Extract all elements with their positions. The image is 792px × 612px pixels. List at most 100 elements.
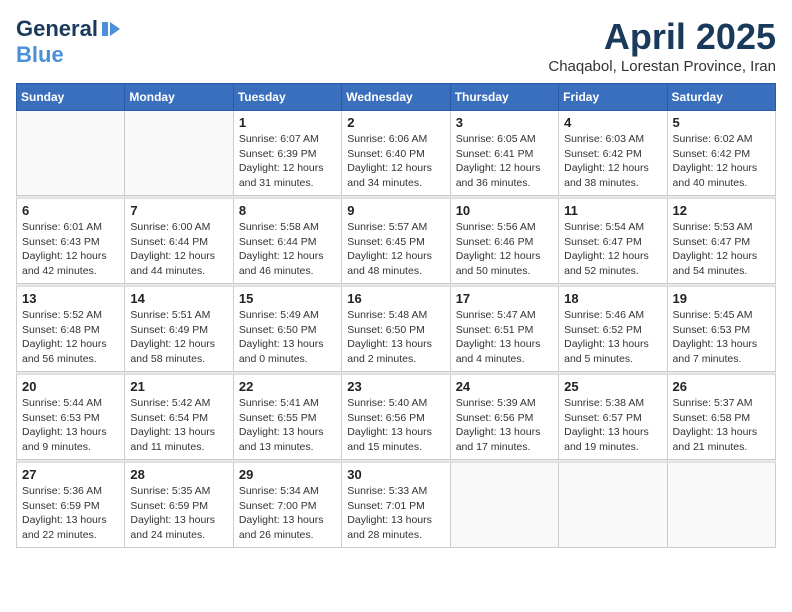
day-number: 24 bbox=[456, 379, 553, 394]
calendar-cell: 2 Sunrise: 6:06 AM Sunset: 6:40 PM Daylig… bbox=[342, 111, 450, 196]
day-info: Sunrise: 5:47 AM Sunset: 6:51 PM Dayligh… bbox=[456, 308, 553, 367]
col-tuesday: Tuesday bbox=[233, 84, 341, 111]
calendar-cell: 8 Sunrise: 5:58 AM Sunset: 6:44 PM Daylig… bbox=[233, 199, 341, 284]
calendar-header-row: Sunday Monday Tuesday Wednesday Thursday… bbox=[17, 84, 776, 111]
calendar-cell: 11Sunrise: 5:54 AM Sunset: 6:47 PM Dayli… bbox=[559, 199, 667, 284]
day-info: Sunrise: 5:56 AM Sunset: 6:46 PM Dayligh… bbox=[456, 220, 553, 279]
day-info: Sunrise: 6:03 AM Sunset: 6:42 PM Dayligh… bbox=[564, 132, 661, 191]
day-number: 10 bbox=[456, 203, 553, 218]
month-year-title: April 2025 bbox=[548, 16, 776, 58]
day-info: Sunrise: 5:37 AM Sunset: 6:58 PM Dayligh… bbox=[673, 396, 770, 455]
week-row-1: 1 Sunrise: 6:07 AM Sunset: 6:39 PM Daylig… bbox=[17, 111, 776, 196]
day-info: Sunrise: 6:06 AM Sunset: 6:40 PM Dayligh… bbox=[347, 132, 444, 191]
day-number: 30 bbox=[347, 467, 444, 482]
calendar-cell: 25 Sunrise: 5:38 AM Sunset: 6:57 PM Dayli… bbox=[559, 375, 667, 460]
logo: General Blue bbox=[16, 16, 122, 68]
day-info: Sunrise: 5:46 AM Sunset: 6:52 PM Dayligh… bbox=[564, 308, 661, 367]
calendar-cell: 22Sunrise: 5:41 AM Sunset: 6:55 PM Dayli… bbox=[233, 375, 341, 460]
day-number: 12 bbox=[673, 203, 770, 218]
calendar-cell: 17 Sunrise: 5:47 AM Sunset: 6:51 PM Dayli… bbox=[450, 287, 558, 372]
day-number: 17 bbox=[456, 291, 553, 306]
day-number: 3 bbox=[456, 115, 553, 130]
calendar-cell bbox=[125, 111, 233, 196]
calendar-cell: 3 Sunrise: 6:05 AM Sunset: 6:41 PM Daylig… bbox=[450, 111, 558, 196]
day-info: Sunrise: 5:38 AM Sunset: 6:57 PM Dayligh… bbox=[564, 396, 661, 455]
calendar-table: Sunday Monday Tuesday Wednesday Thursday… bbox=[16, 83, 776, 548]
day-number: 16 bbox=[347, 291, 444, 306]
calendar-cell: 16 Sunrise: 5:48 AM Sunset: 6:50 PM Dayli… bbox=[342, 287, 450, 372]
calendar-cell: 20Sunrise: 5:44 AM Sunset: 6:53 PM Dayli… bbox=[17, 375, 125, 460]
calendar-cell: 9 Sunrise: 5:57 AM Sunset: 6:45 PM Daylig… bbox=[342, 199, 450, 284]
day-number: 29 bbox=[239, 467, 336, 482]
day-info: Sunrise: 5:54 AM Sunset: 6:47 PM Dayligh… bbox=[564, 220, 661, 279]
day-number: 18 bbox=[564, 291, 661, 306]
calendar-cell: 7 Sunrise: 6:00 AM Sunset: 6:44 PM Daylig… bbox=[125, 199, 233, 284]
day-info: Sunrise: 5:58 AM Sunset: 6:44 PM Dayligh… bbox=[239, 220, 336, 279]
day-number: 9 bbox=[347, 203, 444, 218]
calendar-cell: 18 Sunrise: 5:46 AM Sunset: 6:52 PM Dayli… bbox=[559, 287, 667, 372]
calendar-cell: 30Sunrise: 5:33 AM Sunset: 7:01 PM Dayli… bbox=[342, 463, 450, 548]
day-number: 25 bbox=[564, 379, 661, 394]
day-number: 13 bbox=[22, 291, 119, 306]
title-block: April 2025 Chaqabol, Lorestan Province, … bbox=[548, 16, 776, 75]
day-info: Sunrise: 5:40 AM Sunset: 6:56 PM Dayligh… bbox=[347, 396, 444, 455]
location-subtitle: Chaqabol, Lorestan Province, Iran bbox=[548, 58, 776, 75]
calendar-cell bbox=[17, 111, 125, 196]
logo-icon bbox=[100, 18, 122, 40]
calendar-cell: 1 Sunrise: 6:07 AM Sunset: 6:39 PM Daylig… bbox=[233, 111, 341, 196]
day-info: Sunrise: 5:48 AM Sunset: 6:50 PM Dayligh… bbox=[347, 308, 444, 367]
col-friday: Friday bbox=[559, 84, 667, 111]
col-sunday: Sunday bbox=[17, 84, 125, 111]
day-number: 15 bbox=[239, 291, 336, 306]
day-info: Sunrise: 5:51 AM Sunset: 6:49 PM Dayligh… bbox=[130, 308, 227, 367]
calendar-cell bbox=[559, 463, 667, 548]
calendar-cell: 29Sunrise: 5:34 AM Sunset: 7:00 PM Dayli… bbox=[233, 463, 341, 548]
day-info: Sunrise: 5:45 AM Sunset: 6:53 PM Dayligh… bbox=[673, 308, 770, 367]
day-info: Sunrise: 6:05 AM Sunset: 6:41 PM Dayligh… bbox=[456, 132, 553, 191]
day-number: 1 bbox=[239, 115, 336, 130]
day-number: 8 bbox=[239, 203, 336, 218]
day-info: Sunrise: 6:02 AM Sunset: 6:42 PM Dayligh… bbox=[673, 132, 770, 191]
day-info: Sunrise: 6:07 AM Sunset: 6:39 PM Dayligh… bbox=[239, 132, 336, 191]
day-number: 2 bbox=[347, 115, 444, 130]
calendar-cell: 12 Sunrise: 5:53 AM Sunset: 6:47 PM Dayli… bbox=[667, 199, 775, 284]
calendar-cell: 26Sunrise: 5:37 AM Sunset: 6:58 PM Dayli… bbox=[667, 375, 775, 460]
calendar-cell: 15 Sunrise: 5:49 AM Sunset: 6:50 PM Dayli… bbox=[233, 287, 341, 372]
day-number: 4 bbox=[564, 115, 661, 130]
calendar-cell bbox=[667, 463, 775, 548]
day-info: Sunrise: 6:00 AM Sunset: 6:44 PM Dayligh… bbox=[130, 220, 227, 279]
calendar-cell bbox=[450, 463, 558, 548]
day-info: Sunrise: 5:49 AM Sunset: 6:50 PM Dayligh… bbox=[239, 308, 336, 367]
day-number: 7 bbox=[130, 203, 227, 218]
day-number: 28 bbox=[130, 467, 227, 482]
day-info: Sunrise: 5:39 AM Sunset: 6:56 PM Dayligh… bbox=[456, 396, 553, 455]
calendar-cell: 21Sunrise: 5:42 AM Sunset: 6:54 PM Dayli… bbox=[125, 375, 233, 460]
week-row-5: 27 Sunrise: 5:36 AM Sunset: 6:59 PM Dayli… bbox=[17, 463, 776, 548]
calendar-cell: 27 Sunrise: 5:36 AM Sunset: 6:59 PM Dayli… bbox=[17, 463, 125, 548]
calendar-cell: 5Sunrise: 6:02 AM Sunset: 6:42 PM Daylig… bbox=[667, 111, 775, 196]
page-header: General Blue April 2025 Chaqabol, Lorest… bbox=[16, 16, 776, 75]
col-thursday: Thursday bbox=[450, 84, 558, 111]
day-info: Sunrise: 5:53 AM Sunset: 6:47 PM Dayligh… bbox=[673, 220, 770, 279]
calendar-cell: 4 Sunrise: 6:03 AM Sunset: 6:42 PM Daylig… bbox=[559, 111, 667, 196]
day-number: 27 bbox=[22, 467, 119, 482]
day-number: 23 bbox=[347, 379, 444, 394]
day-info: Sunrise: 5:57 AM Sunset: 6:45 PM Dayligh… bbox=[347, 220, 444, 279]
day-number: 19 bbox=[673, 291, 770, 306]
calendar-cell: 10 Sunrise: 5:56 AM Sunset: 6:46 PM Dayli… bbox=[450, 199, 558, 284]
day-info: Sunrise: 5:42 AM Sunset: 6:54 PM Dayligh… bbox=[130, 396, 227, 455]
col-saturday: Saturday bbox=[667, 84, 775, 111]
week-row-4: 20Sunrise: 5:44 AM Sunset: 6:53 PM Dayli… bbox=[17, 375, 776, 460]
calendar-cell: 6Sunrise: 6:01 AM Sunset: 6:43 PM Daylig… bbox=[17, 199, 125, 284]
calendar-cell: 13 Sunrise: 5:52 AM Sunset: 6:48 PM Dayli… bbox=[17, 287, 125, 372]
day-number: 6 bbox=[22, 203, 119, 218]
day-info: Sunrise: 5:52 AM Sunset: 6:48 PM Dayligh… bbox=[22, 308, 119, 367]
day-number: 14 bbox=[130, 291, 227, 306]
day-info: Sunrise: 5:35 AM Sunset: 6:59 PM Dayligh… bbox=[130, 484, 227, 543]
calendar-cell: 23 Sunrise: 5:40 AM Sunset: 6:56 PM Dayli… bbox=[342, 375, 450, 460]
day-info: Sunrise: 5:36 AM Sunset: 6:59 PM Dayligh… bbox=[22, 484, 119, 543]
day-number: 22 bbox=[239, 379, 336, 394]
col-monday: Monday bbox=[125, 84, 233, 111]
day-info: Sunrise: 5:44 AM Sunset: 6:53 PM Dayligh… bbox=[22, 396, 119, 455]
week-row-2: 6Sunrise: 6:01 AM Sunset: 6:43 PM Daylig… bbox=[17, 199, 776, 284]
